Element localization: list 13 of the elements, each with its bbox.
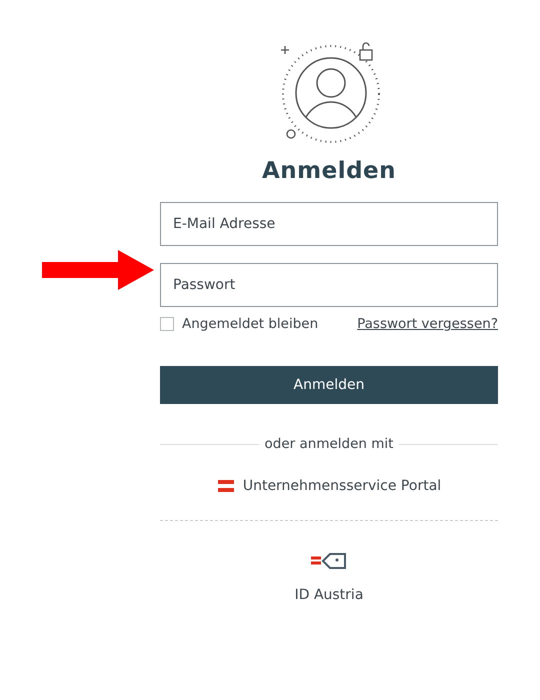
key-tag-icon	[309, 551, 349, 571]
divider-text: oder anmelden mit	[264, 436, 394, 452]
provider-link[interactable]: ID Austria	[294, 587, 364, 603]
page-title: Anmelden	[260, 158, 398, 184]
checkbox-label: Angemeldet bleiben	[182, 316, 318, 332]
password-field[interactable]: Passwort	[160, 263, 498, 307]
forgot-password-link[interactable]: Passwort vergessen?	[357, 316, 498, 332]
provider-link[interactable]: Unternehmensservice Portal	[242, 478, 442, 494]
flag-stripes-icon	[216, 480, 235, 492]
arrow-icon	[42, 250, 154, 290]
checkbox[interactable]	[160, 317, 174, 331]
email-field[interactable]: E-Mail Adresse	[160, 202, 498, 246]
login-button[interactable]: Anmelden	[160, 366, 498, 404]
